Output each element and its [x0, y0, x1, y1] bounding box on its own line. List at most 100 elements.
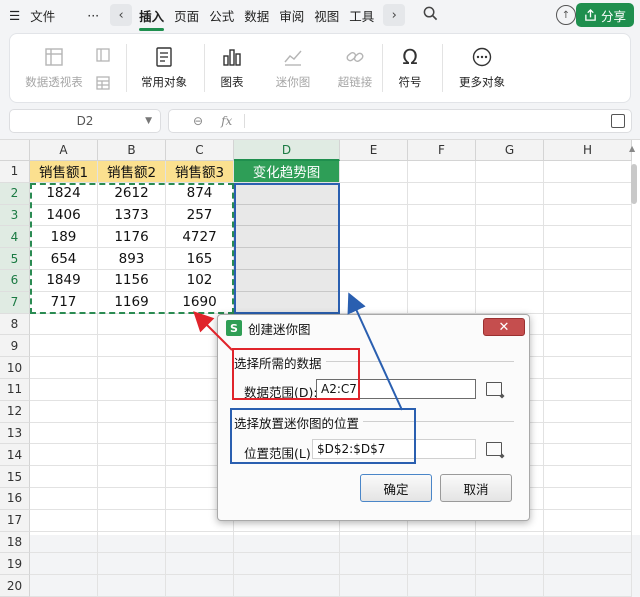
row-header-17[interactable]: 17	[0, 509, 30, 532]
row-header-16[interactable]: 16	[0, 488, 30, 510]
cell-a11[interactable]	[30, 379, 98, 401]
cell-b8[interactable]	[98, 313, 166, 336]
row-header-13[interactable]: 13	[0, 422, 30, 445]
cell-e20[interactable]	[340, 575, 408, 597]
cell-e2[interactable]	[340, 182, 408, 205]
column-header-d[interactable]: D	[234, 140, 340, 161]
cell-c6[interactable]: 102	[166, 270, 234, 292]
chevron-down-icon[interactable]: ▼	[145, 116, 152, 126]
row-header-1[interactable]: 1	[0, 161, 30, 183]
cell-f19[interactable]	[408, 553, 476, 576]
cell-a12[interactable]	[30, 400, 98, 423]
hyperlink-button[interactable]: 超链接	[332, 44, 378, 90]
scroll-up-icon[interactable]: ▲	[629, 144, 639, 153]
cell-h3[interactable]	[544, 204, 632, 227]
row-header-15[interactable]: 15	[0, 466, 30, 488]
row-header-12[interactable]: 12	[0, 400, 30, 423]
cell-c20[interactable]	[166, 575, 234, 597]
column-header-h[interactable]: H	[544, 140, 632, 161]
row-header-19[interactable]: 19	[0, 553, 30, 576]
cell-b20[interactable]	[98, 575, 166, 597]
row-header-4[interactable]: 4	[0, 226, 30, 249]
cell-b19[interactable]	[98, 553, 166, 576]
row-header-11[interactable]: 11	[0, 379, 30, 401]
cell-a1[interactable]: 销售额1	[30, 161, 98, 183]
tab-view[interactable]: 视图	[309, 6, 344, 25]
row-header-9[interactable]: 9	[0, 335, 30, 358]
cell-a5[interactable]: 654	[30, 248, 98, 270]
cell-e19[interactable]	[340, 553, 408, 576]
cell-f2[interactable]	[408, 182, 476, 205]
cell-f20[interactable]	[408, 575, 476, 597]
menu-more[interactable]: ···	[82, 8, 104, 23]
cell-c2[interactable]: 874	[166, 182, 234, 205]
symbol-button[interactable]: Ω 符号	[390, 44, 430, 90]
close-button[interactable]: ✕	[483, 318, 525, 336]
row-header-5[interactable]: 5	[0, 248, 30, 270]
cell-b16[interactable]	[98, 488, 166, 510]
cell-d20[interactable]	[234, 575, 340, 597]
cell-a20[interactable]	[30, 575, 98, 597]
data-range-input[interactable]: A2:C7	[316, 379, 476, 399]
cell-h14[interactable]	[544, 444, 632, 467]
cell-g2[interactable]	[476, 182, 544, 205]
cell-d1[interactable]: 变化趋势图	[234, 161, 340, 183]
cell-c5[interactable]: 165	[166, 248, 234, 270]
cell-d5[interactable]	[234, 248, 340, 270]
row-header-7[interactable]: 7	[0, 291, 30, 314]
cell-h19[interactable]	[544, 553, 632, 576]
cell-c1[interactable]: 销售额3	[166, 161, 234, 183]
cell-h11[interactable]	[544, 379, 632, 401]
cancel-button[interactable]: 取消	[440, 474, 512, 502]
cell-a4[interactable]: 189	[30, 226, 98, 249]
tab-tools[interactable]: 工具	[344, 6, 379, 25]
range-picker-icon[interactable]	[486, 382, 502, 396]
column-header-a[interactable]: A	[30, 140, 98, 161]
cell-h2[interactable]	[544, 182, 632, 205]
cell-b10[interactable]	[98, 357, 166, 379]
cell-a16[interactable]	[30, 488, 98, 510]
cell-g6[interactable]	[476, 270, 544, 292]
cell-d3[interactable]	[234, 204, 340, 227]
tab-scroll-left-icon[interactable]: ‹	[110, 4, 133, 26]
cell-f3[interactable]	[408, 204, 476, 227]
common-objects-button[interactable]: 常用对象	[132, 44, 196, 90]
cell-a3[interactable]: 1406	[30, 204, 98, 227]
cell-d4[interactable]	[234, 226, 340, 249]
cell-e6[interactable]	[340, 270, 408, 292]
cell-g1[interactable]	[476, 161, 544, 183]
fx-icon[interactable]: fx	[221, 114, 232, 128]
cell-b1[interactable]: 销售额2	[98, 161, 166, 183]
cell-f4[interactable]	[408, 226, 476, 249]
sparkline-button[interactable]: 迷你图	[268, 44, 318, 90]
cell-b9[interactable]	[98, 335, 166, 358]
cell-h9[interactable]	[544, 335, 632, 358]
cell-h7[interactable]	[544, 291, 632, 314]
cell-b14[interactable]	[98, 444, 166, 467]
column-header-g[interactable]: G	[476, 140, 544, 161]
cell-h15[interactable]	[544, 466, 632, 488]
cell-a17[interactable]	[30, 509, 98, 532]
tab-scroll-right-icon[interactable]: ›	[383, 4, 406, 26]
cell-g20[interactable]	[476, 575, 544, 597]
cell-h13[interactable]	[544, 422, 632, 445]
cell-a13[interactable]	[30, 422, 98, 445]
row-header-10[interactable]: 10	[0, 357, 30, 379]
cell-a10[interactable]	[30, 357, 98, 379]
pivot-chart-small-button[interactable]	[90, 42, 116, 100]
vertical-scrollbar[interactable]	[631, 164, 637, 204]
tab-formula[interactable]: 公式	[204, 6, 239, 25]
tab-page[interactable]: 页面	[169, 6, 204, 25]
cloud-upload-icon[interactable]: ↑	[556, 5, 576, 25]
cell-h17[interactable]	[544, 509, 632, 532]
expand-formula-icon[interactable]	[611, 114, 625, 128]
cell-b15[interactable]	[98, 466, 166, 488]
cell-g4[interactable]	[476, 226, 544, 249]
cell-h10[interactable]	[544, 357, 632, 379]
cell-e5[interactable]	[340, 248, 408, 270]
menu-file[interactable]: 文件	[25, 6, 60, 25]
cell-h4[interactable]	[544, 226, 632, 249]
tab-insert[interactable]: 插入	[134, 6, 169, 31]
cell-g7[interactable]	[476, 291, 544, 314]
row-header-6[interactable]: 6	[0, 270, 30, 292]
